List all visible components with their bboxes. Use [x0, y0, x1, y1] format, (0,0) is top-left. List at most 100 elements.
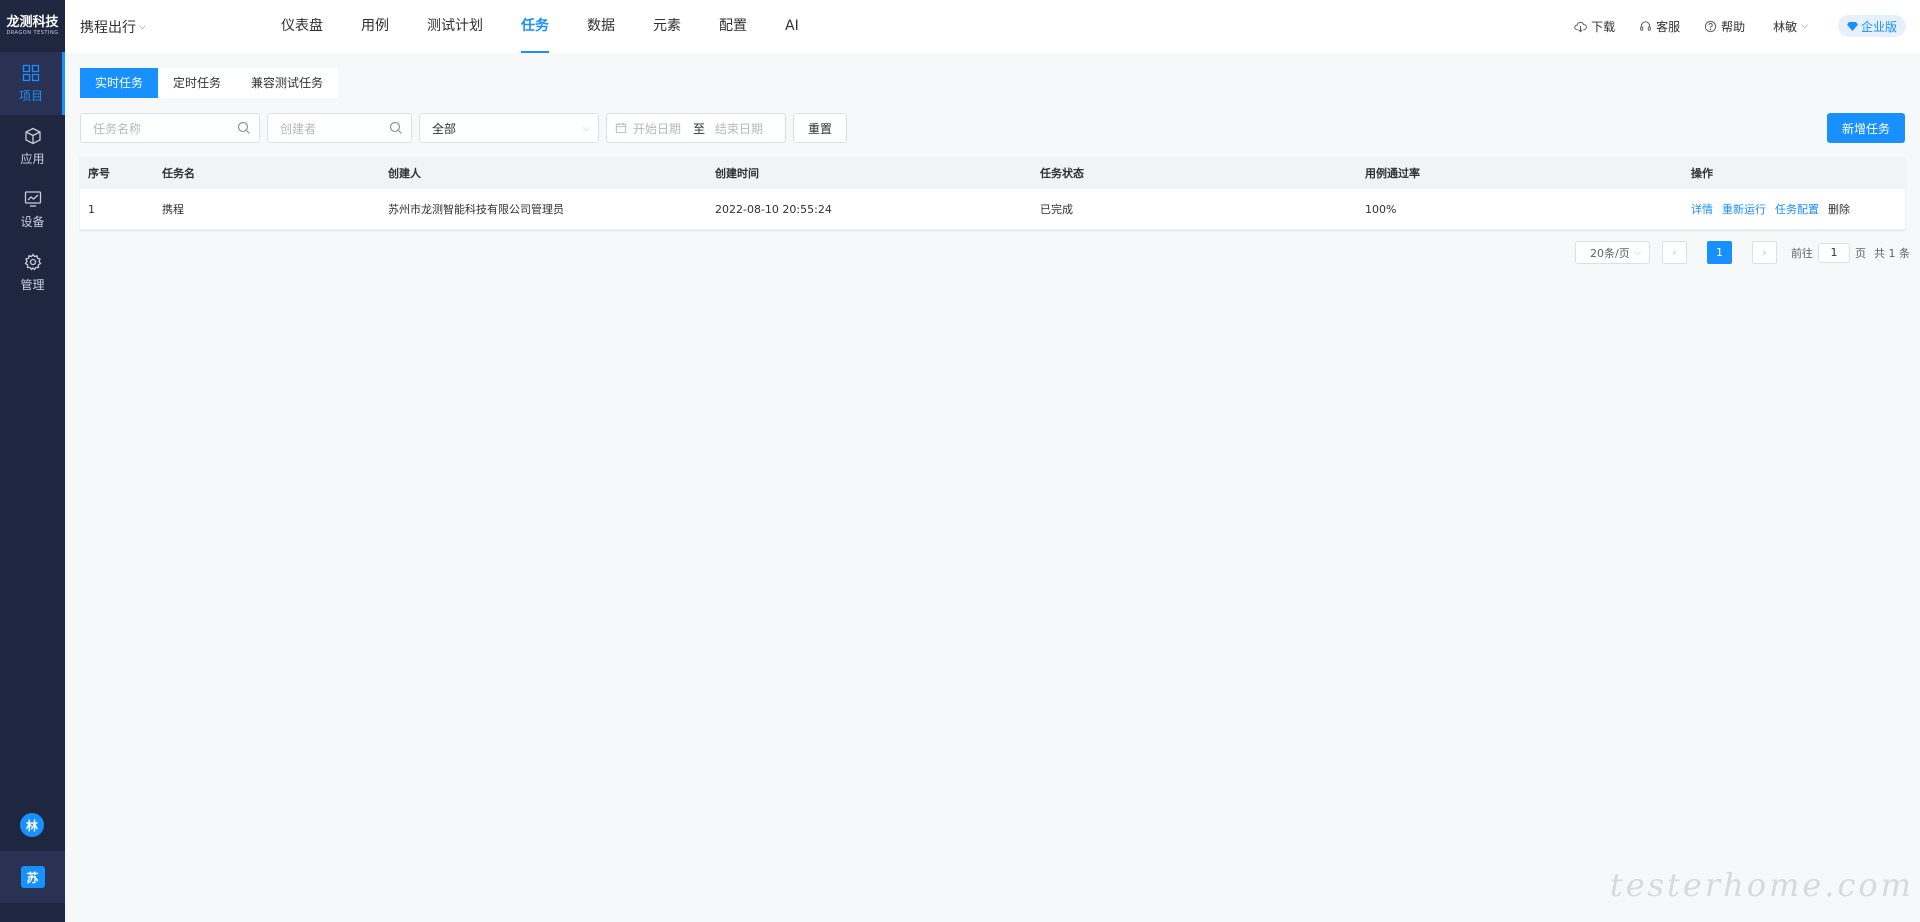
reset-button[interactable]: 重置: [793, 113, 848, 143]
start-date-placeholder: 开始日期: [633, 121, 682, 136]
nav-elements[interactable]: 元素: [653, 0, 681, 53]
cell-creator: 苏州市龙测智能科技有限公司管理员: [388, 203, 564, 216]
task-config-link[interactable]: 任务配置: [1775, 201, 1819, 217]
page-size-select[interactable]: 20条/页 ⌵: [1575, 241, 1650, 264]
date-range-picker[interactable]: 开始日期 至 结束日期: [606, 113, 786, 143]
tab-compat[interactable]: 兼容测试任务: [236, 68, 338, 98]
task-type-tabs: 实时任务 定时任务 兼容测试任务: [80, 68, 339, 98]
detail-link[interactable]: 详情: [1691, 201, 1713, 217]
task-name-input[interactable]: 任务名称: [80, 113, 260, 143]
cell-index: 1: [88, 202, 95, 216]
nav-tasks[interactable]: 任务: [521, 0, 549, 53]
search-icon: [237, 121, 250, 134]
sidebar-item-project[interactable]: 项目: [0, 52, 65, 115]
sidebar-item-label: 管理: [20, 277, 45, 292]
sidebar-item-app[interactable]: 应用: [0, 115, 65, 178]
col-pass-rate: 用例通过率: [1365, 167, 1420, 180]
cell-created: 2022-08-10 20:55:24: [715, 202, 832, 216]
watermark: testerhome.com: [1609, 866, 1914, 904]
cell-name: 携程: [162, 203, 184, 216]
chevron-down-icon: ⌵: [1634, 247, 1641, 258]
download-label: 下载: [1591, 19, 1616, 34]
sidebar-item-label: 项目: [18, 88, 43, 103]
sidebar-item-device[interactable]: 设备: [0, 178, 65, 241]
page-size-value: 20条/页: [1590, 246, 1630, 260]
user-avatar[interactable]: 林: [20, 813, 44, 837]
creator-placeholder: 创建者: [280, 121, 317, 136]
goto-page-input[interactable]: 1: [1818, 242, 1850, 263]
sidebar-item-label: 设备: [20, 214, 45, 229]
service-link[interactable]: 客服: [1639, 18, 1680, 35]
diamond-icon: [1847, 21, 1858, 31]
nav-dashboard[interactable]: 仪表盘: [281, 0, 323, 53]
grid-icon: [22, 64, 40, 81]
cell-pass-rate: 100%: [1365, 202, 1397, 216]
row-actions: 详情 重新运行 任务配置 删除: [1683, 189, 1905, 229]
status-value: 全部: [432, 121, 457, 136]
filter-bar: 任务名称 创建者 全部 ⌵ 开始日期 至 结束日期 重置: [80, 113, 848, 143]
search-icon: [389, 121, 402, 134]
total-count: 共 1 条: [1874, 246, 1910, 260]
table-header: 序号 任务名 创建人 创建时间 任务状态 用例通过率 操作: [80, 157, 1905, 189]
left-sidebar: 龙测科技 DRAGON TESTING 项目 应用 设备 管理 林 苏: [0, 0, 65, 922]
col-name: 任务名: [162, 167, 195, 180]
edition-label: 企业版: [1860, 19, 1897, 34]
top-header: 携程出行 ⌵ 仪表盘 用例 测试计划 任务 数据 元素 配置 AI 下载 客服 …: [65, 0, 1920, 53]
project-selector[interactable]: 携程出行 ⌵: [80, 17, 146, 37]
task-name-placeholder: 任务名称: [93, 121, 142, 136]
chevron-down-icon: ⌵: [139, 22, 146, 32]
chevron-down-icon: ⌵: [1801, 21, 1808, 31]
user-name: 林敏: [1773, 19, 1798, 34]
nav-ai[interactable]: AI: [785, 0, 799, 53]
header-actions: 下载 客服 帮助 林敏 ⌵ 企业版: [1550, 15, 1906, 37]
headset-icon: [1640, 20, 1651, 31]
chevron-left-icon: ‹: [1672, 246, 1677, 259]
sidebar-item-manage[interactable]: 管理: [0, 241, 65, 304]
creator-input[interactable]: 创建者: [267, 113, 412, 143]
goto-prefix: 前往: [1791, 246, 1813, 260]
col-creator: 创建人: [388, 167, 421, 180]
calendar-icon: [615, 122, 627, 134]
nav-cases[interactable]: 用例: [361, 0, 389, 53]
goto-page: 前往 1 页: [1791, 242, 1866, 263]
page-number-current[interactable]: 1: [1707, 241, 1732, 264]
project-name: 携程出行: [80, 20, 136, 36]
task-table: 序号 任务名 创建人 创建时间 任务状态 用例通过率 操作 1 携程 苏州市龙测…: [80, 157, 1905, 230]
col-created: 创建时间: [715, 167, 759, 180]
sidebar-item-label: 应用: [20, 151, 45, 166]
gear-icon: [24, 252, 41, 271]
user-menu[interactable]: 林敏 ⌵: [1773, 18, 1808, 35]
next-page-button[interactable]: ›: [1752, 241, 1777, 264]
brand-logo[interactable]: 龙测科技 DRAGON TESTING: [0, 0, 65, 52]
prev-page-button[interactable]: ‹: [1662, 241, 1687, 264]
goto-suffix: 页: [1855, 246, 1866, 260]
status-select[interactable]: 全部 ⌵: [419, 113, 599, 143]
edition-badge[interactable]: 企业版: [1837, 15, 1906, 37]
org-avatar: 苏: [20, 866, 45, 888]
delete-link[interactable]: 删除: [1828, 201, 1850, 217]
tab-scheduled[interactable]: 定时任务: [158, 68, 236, 98]
cube-icon: [24, 127, 41, 144]
question-circle-icon: [1705, 20, 1717, 32]
nav-config[interactable]: 配置: [719, 0, 747, 53]
rerun-link[interactable]: 重新运行: [1722, 201, 1766, 217]
help-link[interactable]: 帮助: [1704, 18, 1745, 35]
help-label: 帮助: [1721, 19, 1746, 34]
org-switcher[interactable]: 苏: [0, 851, 65, 903]
logo-en: DRAGON TESTING: [6, 30, 59, 36]
logo-cn: 龙测科技: [6, 15, 59, 30]
add-task-button[interactable]: 新增任务: [1826, 113, 1905, 143]
monitor-chart-icon: [24, 190, 41, 207]
date-range-separator: 至: [693, 121, 706, 136]
col-status: 任务状态: [1040, 167, 1084, 180]
col-index: 序号: [88, 167, 110, 180]
chevron-right-icon: ›: [1762, 246, 1767, 259]
end-date-placeholder: 结束日期: [715, 121, 764, 136]
download-link[interactable]: 下载: [1574, 18, 1615, 35]
nav-data[interactable]: 数据: [587, 0, 615, 53]
main-content: 实时任务 定时任务 兼容测试任务 任务名称 创建者 全部 ⌵ 开始日期 至 结束…: [65, 53, 1920, 922]
tab-realtime[interactable]: 实时任务: [80, 68, 159, 98]
nav-test-plan[interactable]: 测试计划: [427, 0, 483, 53]
chevron-down-icon: ⌵: [582, 122, 590, 134]
top-nav: 仪表盘 用例 测试计划 任务 数据 元素 配置 AI: [281, 0, 837, 53]
